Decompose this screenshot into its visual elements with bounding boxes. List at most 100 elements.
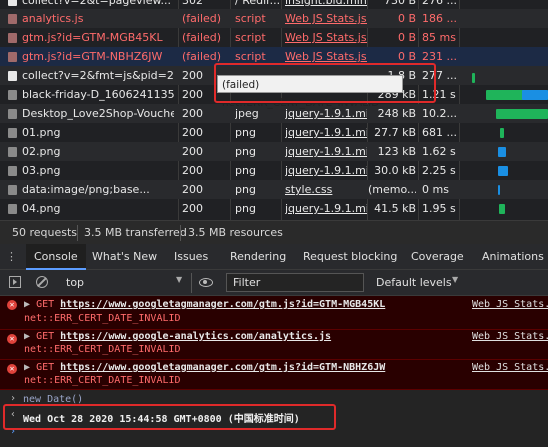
request-time: 1.95 s: [422, 202, 456, 215]
request-time: 1.62 s: [422, 145, 456, 158]
request-size: 41.5 kB: [374, 202, 416, 215]
divider: [191, 273, 192, 293]
error-source-link[interactable]: Web JS Stats.: [472, 299, 548, 310]
tab-coverage[interactable]: Coverage: [411, 244, 464, 270]
request-initiator[interactable]: jquery-1.9.1.mi...: [285, 161, 367, 180]
request-type: script: [235, 12, 266, 25]
error-url-link[interactable]: https://www.google-analytics.com/analyti…: [60, 331, 331, 342]
dropdown-arrow-icon[interactable]: ▼: [176, 275, 182, 284]
log-levels-dropdown[interactable]: Default levels: [376, 270, 452, 296]
waterfall-bar: [498, 166, 508, 176]
request-name: analytics.js: [22, 12, 84, 25]
request-size: 30.0 kB: [374, 164, 416, 177]
request-name: 04.png: [22, 202, 61, 215]
script-icon: [8, 33, 17, 43]
filter-input[interactable]: Filter: [226, 273, 364, 292]
request-status: (failed): [182, 31, 222, 44]
error-request-line: ▶ GET https://www.googletagmanager.com/g…: [24, 299, 385, 310]
request-name: Desktop_Love2Shop-Voucher...: [22, 107, 174, 120]
request-type: png: [235, 202, 256, 215]
document-icon: [8, 0, 17, 6]
request-status: (failed): [182, 12, 222, 25]
waterfall-bar: [496, 109, 548, 119]
tab-request-blocking[interactable]: Request blocking: [303, 244, 397, 270]
request-time: 0 ms: [422, 183, 449, 196]
console-error-message[interactable]: ✕ ▶ GET https://www.googletagmanager.com…: [0, 296, 548, 330]
waterfall-bar: [472, 73, 475, 83]
expand-arrow-icon[interactable]: ▶: [24, 331, 30, 342]
request-initiator[interactable]: jquery-1.9.1.mi...: [285, 123, 367, 142]
request-type: png: [235, 126, 256, 139]
script-icon: [8, 14, 17, 24]
more-tabs-icon[interactable]: ⋮: [6, 251, 18, 263]
error-url-link[interactable]: https://www.googletagmanager.com/gtm.js?…: [60, 299, 385, 310]
request-name: 01.png: [22, 126, 61, 139]
request-size: 123 kB: [377, 145, 416, 158]
image-icon: [8, 147, 17, 157]
waterfall-bar: [500, 128, 504, 138]
request-type: png: [235, 183, 256, 196]
divider: [180, 225, 181, 241]
error-request-line: ▶ GET https://www.google-analytics.com/a…: [24, 331, 331, 342]
tab-animations[interactable]: Animations: [482, 244, 544, 270]
request-type: png: [235, 164, 256, 177]
request-initiator[interactable]: Web JS Stats.js:1: [285, 9, 367, 28]
request-size: 0 B: [397, 12, 416, 25]
request-status: 200: [182, 202, 203, 215]
divider: [77, 225, 78, 241]
request-name: gtm.js?id=GTM-NBHZ6JW: [22, 50, 163, 63]
request-size: 0 B: [397, 31, 416, 44]
error-source-link[interactable]: Web JS Stats.: [472, 331, 548, 342]
request-status: 200: [182, 107, 203, 120]
request-initiator[interactable]: Web JS Stats.js:1: [285, 28, 367, 47]
document-icon: [8, 71, 17, 81]
console-error-message[interactable]: ✕ ▶ GET https://www.google-analytics.com…: [0, 330, 548, 360]
request-count: 50 requests: [12, 226, 78, 239]
request-initiator[interactable]: jquery-1.9.1.mi...: [285, 142, 367, 161]
error-url-link[interactable]: https://www.googletagmanager.com/gtm.js?…: [60, 362, 385, 373]
context-selector[interactable]: top: [66, 270, 84, 296]
clear-console-icon[interactable]: [36, 276, 48, 288]
request-name: collect?v=2&fmt=js&pid=247...: [22, 69, 174, 82]
request-time: 186 ...: [422, 12, 457, 25]
request-status: 200: [182, 126, 203, 139]
input-prompt-icon: ›: [10, 393, 17, 404]
drawer-tabs: ⋮ Console What's New Issues Rendering Re…: [0, 244, 548, 270]
request-status: 200: [182, 164, 203, 177]
waterfall-column: [460, 0, 548, 220]
sidebar-toggle-icon[interactable]: [9, 276, 21, 288]
image-icon: [8, 128, 17, 138]
tab-whats-new[interactable]: What's New: [92, 244, 157, 270]
tab-issues[interactable]: Issues: [174, 244, 208, 270]
request-time: 2.25 s: [422, 164, 456, 177]
transferred-size: 3.5 MB transferred: [84, 226, 187, 239]
request-name: gtm.js?id=GTM-MGB45KL: [22, 31, 163, 44]
image-icon: [8, 185, 17, 195]
request-status: 200: [182, 145, 203, 158]
error-source-link[interactable]: Web JS Stats.: [472, 362, 548, 373]
eye-icon[interactable]: [199, 278, 213, 287]
dropdown-arrow-icon[interactable]: ▼: [452, 275, 458, 284]
expand-arrow-icon[interactable]: ▶: [24, 299, 30, 310]
image-icon: [8, 166, 17, 176]
expand-arrow-icon[interactable]: ▶: [24, 362, 30, 373]
request-type: script: [235, 31, 266, 44]
tab-rendering[interactable]: Rendering: [230, 244, 286, 270]
request-initiator[interactable]: jquery-1.9.1.mi...: [285, 199, 367, 218]
script-icon: [8, 52, 17, 62]
error-icon: ✕: [7, 334, 17, 344]
request-type: png: [235, 145, 256, 158]
waterfall-bar: [522, 90, 548, 100]
request-initiator[interactable]: style.css: [285, 180, 367, 199]
highlight-box: [214, 63, 436, 103]
request-size: 27.7 kB: [374, 126, 416, 139]
console-toolbar: top ▼ Filter Default levels ▼: [0, 270, 548, 296]
tab-console[interactable]: Console: [26, 244, 86, 270]
http-method: GET: [36, 362, 55, 373]
request-status: 200: [182, 183, 203, 196]
request-name: data:image/png;base...: [22, 183, 150, 196]
network-request-table: collect?v=2&t=pageview... 302 / Redir...…: [0, 0, 548, 220]
console-error-message[interactable]: ✕ ▶ GET https://www.googletagmanager.com…: [0, 360, 548, 390]
image-icon: [8, 109, 17, 119]
error-icon: ✕: [7, 300, 17, 310]
